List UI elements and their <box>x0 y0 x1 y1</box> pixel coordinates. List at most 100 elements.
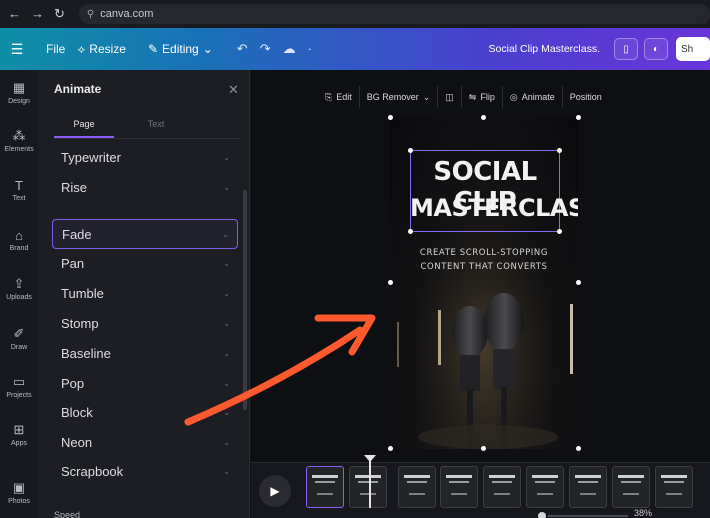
page-handle[interactable] <box>481 115 486 120</box>
animate-button[interactable]: ◎ Animate <box>503 86 563 108</box>
context-toolbar: ⎘ Edit BG Remover ⌄ ◫ ⇋ Flip ◎ Animate P… <box>318 84 678 110</box>
bg-remover-label: BG Remover <box>366 92 419 102</box>
resize-button[interactable]: ⟡ Resize <box>77 42 126 57</box>
history-controls: ↶ ↷ ☁ · <box>237 41 312 57</box>
rail-item-photos[interactable]: ▣ Photos <box>0 480 38 505</box>
reload-icon[interactable]: ↻ <box>54 6 65 22</box>
left-rail: ▦ Design ⁂ Elements T Text ⌂ Brand ⇪ Upl… <box>0 70 38 518</box>
rail-item-elements[interactable]: ⁂ Elements <box>0 128 38 153</box>
timeline-thumbnail[interactable] <box>440 466 478 508</box>
rail-item-text[interactable]: T Text <box>0 178 38 202</box>
animation-option-stomp[interactable]: Stomp ⌄ <box>52 308 238 338</box>
rail-item-apps[interactable]: ⊞ Apps <box>0 422 38 447</box>
forward-icon[interactable]: → <box>31 6 44 22</box>
resize-handle[interactable] <box>557 148 562 153</box>
chevron-down-icon: ⌄ <box>223 288 230 298</box>
page-handle[interactable] <box>388 115 393 120</box>
chevron-down-icon: ⌄ <box>223 466 230 476</box>
edit-label: Edit <box>336 92 352 102</box>
animation-option-neon[interactable]: Neon ⌄ <box>52 427 238 457</box>
rail-item-projects[interactable]: ▭ Projects <box>0 374 38 399</box>
timeline-thumbnail[interactable] <box>655 466 693 508</box>
position-label: Position <box>569 92 602 102</box>
brand-icon: ⌂ <box>15 228 23 243</box>
page-handle[interactable] <box>481 446 486 451</box>
share-button[interactable]: Sh <box>676 37 710 61</box>
animation-option-pan[interactable]: Pan ⌄ <box>52 248 238 278</box>
timeline-thumbnail[interactable] <box>306 466 344 508</box>
resize-label: Resize <box>89 42 126 56</box>
layout-icon: ▦ <box>12 80 26 95</box>
chevron-down-icon: ⌄ <box>223 258 230 268</box>
animation-option-scrapbook[interactable]: Scrapbook ⌄ <box>52 456 238 486</box>
timeline-thumbnail[interactable] <box>612 466 650 508</box>
animate-label: Animate <box>521 92 555 102</box>
chevron-down-icon: ⌄ <box>223 348 230 358</box>
page-handle[interactable] <box>388 446 393 451</box>
position-button[interactable]: Position <box>563 86 609 108</box>
page-handle[interactable] <box>388 280 393 285</box>
rail-label: Design <box>8 98 30 105</box>
tab-text[interactable]: Text <box>126 114 186 138</box>
editor-header: ☰ File ⟡ Resize ✎ Editing ⌄ ↶ ↷ ☁ · Soci… <box>0 28 710 70</box>
resize-handle[interactable] <box>557 229 562 234</box>
text-icon: T <box>15 178 23 193</box>
timeline-thumbnail[interactable] <box>398 466 436 508</box>
back-icon[interactable]: ← <box>8 6 21 22</box>
animation-option-rise[interactable]: Rise ⌄ <box>52 172 238 202</box>
tab-page[interactable]: Page <box>54 114 114 138</box>
pencil-icon: ✎ <box>147 42 159 56</box>
chevron-down-icon: ⌄ <box>223 407 230 417</box>
timeline-thumbnail[interactable] <box>483 466 521 508</box>
rail-label: Projects <box>6 392 32 399</box>
page-handle[interactable] <box>576 446 581 451</box>
animation-label: Pop <box>61 375 85 391</box>
stats-button[interactable]: ▯ <box>614 38 638 60</box>
rail-label: Brand <box>9 245 29 252</box>
animation-option-fade[interactable]: Fade ⌄ <box>52 219 238 249</box>
playhead[interactable] <box>369 458 371 508</box>
menu-icon[interactable]: ☰ <box>0 41 34 58</box>
animation-option-typewriter[interactable]: Typewriter ⌄ <box>52 142 238 172</box>
comments-button[interactable]: ◐ <box>644 38 668 60</box>
rail-label: Elements <box>4 146 34 153</box>
timeline-thumbnail[interactable] <box>349 466 387 508</box>
timeline-thumbnail[interactable] <box>569 466 607 508</box>
zoom-slider-handle[interactable] <box>538 512 546 518</box>
cloud-icon[interactable]: ☁ <box>283 41 296 57</box>
animation-option-block[interactable]: Block ⌄ <box>52 397 238 427</box>
dot-icon: · <box>307 41 312 56</box>
page-handle[interactable] <box>576 115 581 120</box>
timeline-thumbnail[interactable] <box>526 466 564 508</box>
folder-icon: ▭ <box>12 374 26 389</box>
redo-icon[interactable]: ↷ <box>260 41 271 57</box>
animation-option-pop[interactable]: Pop ⌄ <box>52 368 238 398</box>
bg-remover-button[interactable]: BG Remover ⌄ <box>360 86 439 108</box>
play-button[interactable]: ▶ <box>259 475 291 507</box>
undo-icon[interactable]: ↶ <box>237 41 248 57</box>
resize-handle[interactable] <box>408 229 413 234</box>
design-page[interactable]: SOCIAL CLIP MASTERCLASS CREATE SCROLL-ST… <box>390 117 578 449</box>
document-title[interactable]: Social Clip Masterclass. <box>489 43 600 55</box>
editing-mode-button[interactable]: ✎ Editing ⌄ <box>148 42 213 56</box>
animation-option-baseline[interactable]: Baseline ⌄ <box>52 338 238 368</box>
page-handle[interactable] <box>576 280 581 285</box>
zoom-slider-track[interactable] <box>548 515 628 517</box>
file-menu-button[interactable]: File <box>46 42 65 56</box>
animation-label: Block <box>61 404 93 420</box>
play-icon: ▶ <box>270 484 280 498</box>
address-bar[interactable]: ⚲ canva.com <box>78 4 710 24</box>
edit-button[interactable]: ⎘ Edit <box>318 86 360 108</box>
animation-option-tumble[interactable]: Tumble ⌄ <box>52 278 238 308</box>
close-icon[interactable]: ✕ <box>228 82 239 98</box>
crop-button[interactable]: ◫ <box>438 86 462 108</box>
animation-label: Rise <box>61 179 88 195</box>
panel-scrollbar[interactable] <box>243 190 247 410</box>
rail-item-brand[interactable]: ⌂ Brand <box>0 228 38 252</box>
resize-handle[interactable] <box>408 148 413 153</box>
rail-item-uploads[interactable]: ⇪ Uploads <box>0 276 38 301</box>
rail-item-draw[interactable]: ✐ Draw <box>0 326 38 351</box>
rail-label: Apps <box>11 440 27 447</box>
rail-item-design[interactable]: ▦ Design <box>0 80 38 105</box>
flip-button[interactable]: ⇋ Flip <box>462 86 503 108</box>
